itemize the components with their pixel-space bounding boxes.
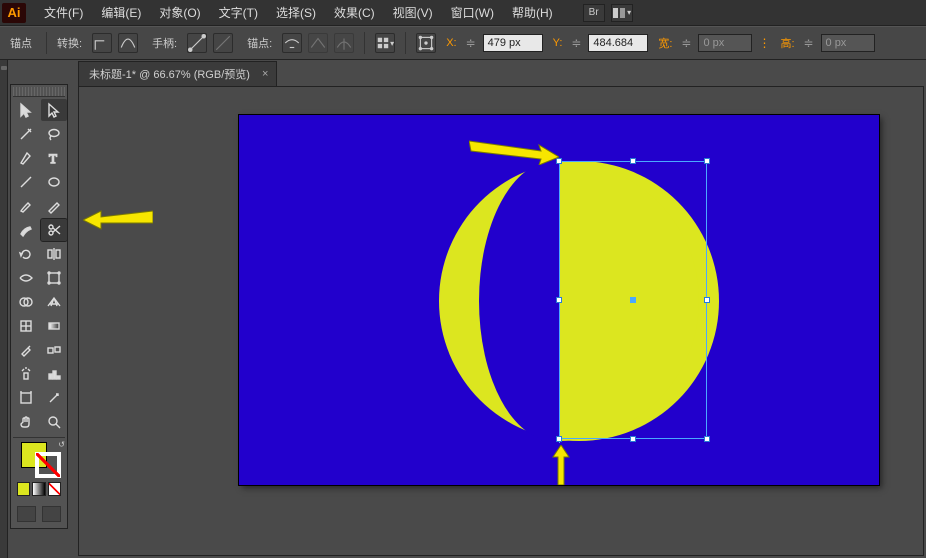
annotation-arrow-left	[83, 205, 153, 235]
x-steppers[interactable]: ≑	[465, 34, 477, 52]
connect-anchor-button[interactable]	[308, 33, 328, 53]
y-label: Y:	[553, 37, 563, 49]
tool-panel: T ↺	[10, 84, 68, 529]
reference-point-button[interactable]	[416, 33, 436, 53]
color-mode-gradient-button[interactable]	[32, 482, 45, 496]
gradient-tool[interactable]	[41, 315, 67, 337]
anchor-label: 锚点	[10, 35, 32, 51]
h-label: 高:	[780, 35, 794, 51]
menu-file[interactable]: 文件(F)	[36, 1, 91, 24]
handle-hide-button[interactable]	[213, 33, 233, 53]
menu-view[interactable]: 视图(V)	[385, 1, 441, 24]
cut-path-button[interactable]	[334, 33, 354, 53]
blob-brush-tool[interactable]	[13, 219, 39, 241]
direct-selection-tool[interactable]	[41, 99, 67, 121]
menu-help[interactable]: 帮助(H)	[504, 1, 561, 24]
panel-grip[interactable]	[13, 87, 65, 97]
document-tab-title: 未标题-1* @ 66.67% (RGB/预览)	[89, 66, 250, 82]
reflect-tool[interactable]	[41, 243, 67, 265]
scissors-tool[interactable]	[41, 219, 67, 241]
symbol-sprayer-tool[interactable]	[13, 363, 39, 385]
y-field[interactable]: 484.684	[588, 34, 648, 52]
y-steppers[interactable]: ≑	[570, 34, 582, 52]
convert-corner-button[interactable]	[92, 33, 112, 53]
handle-top-right[interactable]	[704, 158, 710, 164]
column-graph-tool[interactable]	[41, 363, 67, 385]
free-transform-tool[interactable]	[41, 267, 67, 289]
type-tool[interactable]: T	[41, 147, 67, 169]
bridge-button[interactable]: Br	[583, 4, 605, 22]
handle-mid-left[interactable]	[556, 297, 562, 303]
shape-builder-tool[interactable]	[13, 291, 39, 313]
menu-select[interactable]: 选择(S)	[268, 1, 324, 24]
x-label: X:	[446, 37, 456, 49]
mesh-tool[interactable]	[13, 315, 39, 337]
handle-show-button[interactable]	[187, 33, 207, 53]
svg-text:T: T	[49, 151, 57, 166]
handle-label: 手柄:	[152, 35, 177, 51]
handle-bot-mid[interactable]	[630, 436, 636, 442]
width-tool[interactable]	[13, 267, 39, 289]
pencil-tool[interactable]	[41, 195, 67, 217]
handle-top-left[interactable]	[556, 158, 562, 164]
w-label: 宽:	[658, 35, 672, 51]
perspective-grid-tool[interactable]	[41, 291, 67, 313]
w-steppers[interactable]: ≑	[680, 34, 692, 52]
menu-edit[interactable]: 编辑(E)	[93, 1, 149, 24]
menu-window[interactable]: 窗口(W)	[443, 1, 502, 24]
slice-tool[interactable]	[41, 387, 67, 409]
x-field[interactable]: 479 px	[483, 34, 543, 52]
remove-anchor-button[interactable]	[282, 33, 302, 53]
work-area[interactable]	[78, 86, 924, 556]
options-bar: 锚点 转换: 手柄: 锚点: ▾ X: ≑ 479 px Y: ≑ 484.68…	[0, 26, 926, 60]
menu-type[interactable]: 文字(T)	[211, 1, 266, 24]
line-tool[interactable]	[13, 171, 39, 193]
handle-bot-right[interactable]	[704, 436, 710, 442]
selection-box[interactable]	[559, 161, 707, 439]
hand-tool[interactable]	[13, 411, 39, 433]
pen-tool[interactable]	[13, 147, 39, 169]
w-field[interactable]: 0 px	[698, 34, 752, 52]
screen-mode-button[interactable]	[17, 506, 36, 522]
tab-close-button[interactable]: ×	[262, 68, 268, 80]
stroke-swatch[interactable]	[35, 452, 61, 478]
app-logo: Ai	[2, 3, 26, 23]
artboard[interactable]	[239, 115, 879, 485]
selection-tool[interactable]	[13, 99, 39, 121]
handle-bot-left[interactable]	[556, 436, 562, 442]
lasso-tool[interactable]	[41, 123, 67, 145]
draw-mode-button[interactable]	[42, 506, 61, 522]
document-tab[interactable]: 未标题-1* @ 66.67% (RGB/预览) ×	[78, 61, 277, 86]
convert-label: 转换:	[57, 35, 82, 51]
left-dock	[0, 60, 8, 558]
arrange-docs-button[interactable]: ▾	[611, 4, 633, 22]
align-to-pixel-button[interactable]: ▾	[375, 33, 395, 53]
artboard-tool[interactable]	[13, 387, 39, 409]
handle-mid-right[interactable]	[704, 297, 710, 303]
zoom-tool[interactable]	[41, 411, 67, 433]
blend-tool[interactable]	[41, 339, 67, 361]
paintbrush-tool[interactable]	[13, 195, 39, 217]
h-field[interactable]: 0 px	[821, 34, 875, 52]
magic-wand-tool[interactable]	[13, 123, 39, 145]
convert-smooth-button[interactable]	[118, 33, 138, 53]
tab-row: 未标题-1* @ 66.67% (RGB/预览) ×	[78, 62, 277, 86]
color-mode-solid-button[interactable]	[17, 482, 30, 496]
menu-object[interactable]: 对象(O)	[151, 1, 208, 24]
color-mode-none-button[interactable]	[48, 482, 61, 496]
menu-effect[interactable]: 效果(C)	[326, 1, 383, 24]
anchors-label: 锚点:	[247, 35, 272, 51]
swap-fill-stroke-icon[interactable]: ↺	[58, 440, 65, 449]
h-steppers[interactable]: ≑	[803, 34, 815, 52]
rotate-tool[interactable]	[13, 243, 39, 265]
handle-center[interactable]	[630, 297, 636, 303]
wh-link-button[interactable]: ⋮	[758, 34, 770, 52]
handle-top-mid[interactable]	[630, 158, 636, 164]
swatch-area: ↺	[13, 437, 65, 500]
ellipse-tool[interactable]	[41, 171, 67, 193]
menu-bar: Ai 文件(F) 编辑(E) 对象(O) 文字(T) 选择(S) 效果(C) 视…	[0, 0, 926, 26]
eyedropper-tool[interactable]	[13, 339, 39, 361]
